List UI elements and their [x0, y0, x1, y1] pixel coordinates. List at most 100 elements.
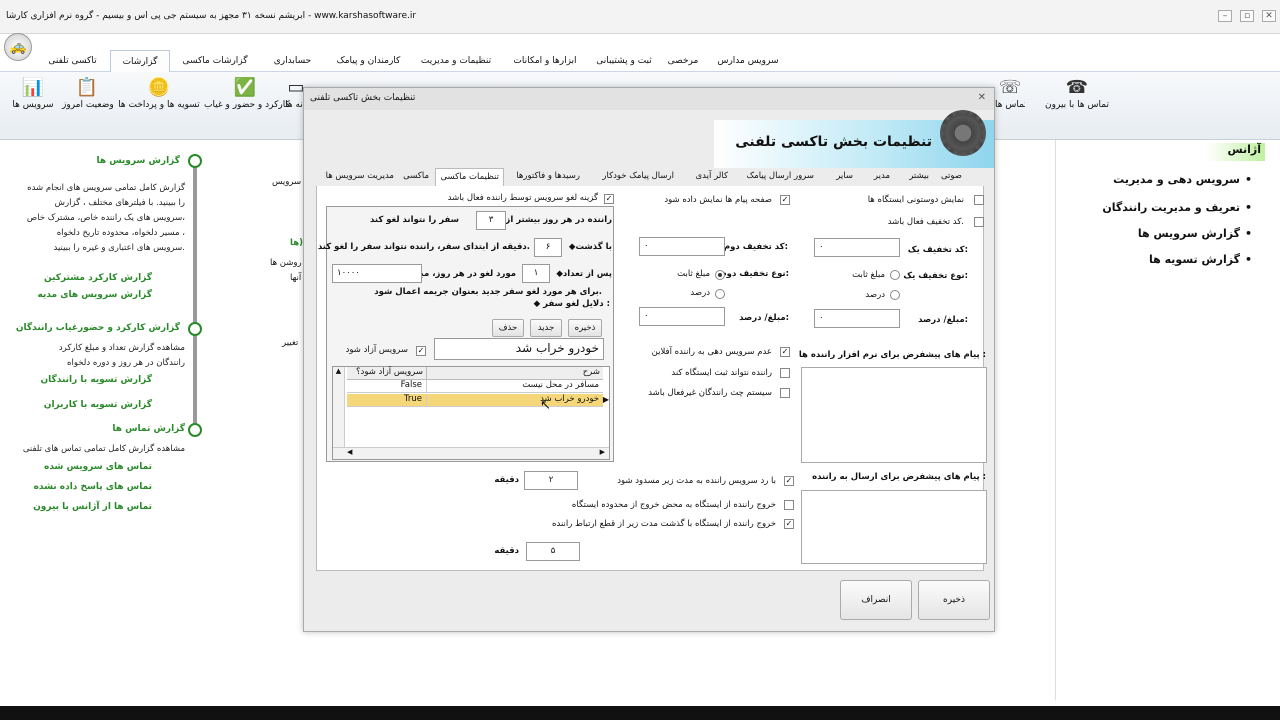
ribbon-label: سرویس ها — [12, 100, 54, 110]
rule3-amount-input[interactable]: ۱۰۰۰۰ — [332, 264, 422, 283]
tab-leave[interactable]: مرخصی — [658, 50, 708, 72]
no-station-checkbox[interactable] — [780, 368, 790, 378]
tab-caller-id[interactable]: کالر آیدی — [696, 171, 728, 181]
exit-station-checkbox[interactable] — [784, 500, 794, 510]
user-settlement-link[interactable]: گزارش تسویه با کاربران — [2, 400, 152, 410]
tab-auto-sms[interactable]: ارسال پیامک خودکار — [602, 171, 674, 181]
unanswered-calls-link[interactable]: تماس های پاسخ داده نشده — [2, 482, 152, 492]
tab-taxi[interactable]: تاکسی تلفنی — [35, 50, 110, 72]
grid-cell-free: False — [347, 380, 427, 393]
agency-item[interactable]: سرویس دهی و مدیریت — [1113, 173, 1252, 186]
close-button[interactable]: ✕ — [1262, 10, 1276, 22]
tab-staff[interactable]: کارمندان و پیامک — [325, 50, 412, 72]
tab-service-mgmt[interactable]: مدیریت سرویس ها — [326, 171, 394, 181]
subscriber-report-link[interactable]: گزارش کارکرد مشترکین — [2, 273, 152, 283]
ribbon-calls[interactable]: ☏ تماس ها — [995, 76, 1025, 110]
block-minutes-input[interactable]: ۲ — [524, 471, 578, 490]
agency-item[interactable]: گزارش سرویس ها — [1138, 227, 1252, 240]
show-msgs-checkbox[interactable] — [780, 195, 790, 205]
table-row[interactable]: True خودرو خراب شد — [347, 394, 603, 407]
show-station-label: نمایش دوستونی ایستگاه ها — [867, 195, 964, 205]
table-row[interactable]: False مسافر در محل نیست — [347, 380, 603, 393]
tab-receipts[interactable]: رسیدها و فاکتورها — [516, 171, 580, 181]
tab-maxi-settings[interactable]: تنظیمات ماکسی — [435, 168, 504, 187]
tab-support[interactable]: ثبت و پشتیبانی — [590, 50, 658, 72]
block-reject-checkbox[interactable] — [784, 476, 794, 486]
bar-chart-icon: 📊 — [21, 77, 45, 98]
right-panel — [1055, 140, 1280, 700]
tab-maxi-reports[interactable]: گزارشات ماکسی — [170, 50, 260, 72]
ribbon-label: تماس ها با بیرون — [1045, 100, 1109, 110]
desc-line: رانندگان در هر روز و دوره دلخواه — [67, 358, 185, 368]
tab-reports[interactable]: گزارشات — [110, 50, 170, 73]
vertical-scrollbar[interactable]: ▲ — [333, 367, 345, 447]
horizontal-scrollbar[interactable]: ◀ ▶ — [333, 447, 609, 459]
discount-active-checkbox[interactable] — [974, 217, 984, 227]
free-service-checkbox[interactable] — [416, 346, 426, 356]
amt2-input[interactable]: ۰ — [639, 307, 725, 326]
calls-report-link[interactable]: گزارش تماس ها — [35, 424, 185, 434]
desc-line: سرویس های اعتباری و غیره را ببینید. — [53, 243, 185, 253]
tab-other[interactable]: سایر — [836, 171, 853, 181]
gift-services-link[interactable]: گزارش سرویس های مدیه — [2, 290, 152, 300]
scroll-left-icon[interactable]: ◀ — [347, 448, 352, 456]
type1-fixed-radio[interactable] — [890, 270, 900, 280]
type1-percent-label: درصد — [865, 290, 885, 300]
ribbon-today[interactable]: 📋 وضعیت امروز — [62, 76, 114, 110]
send-msgs-label: پیام های پیشفرض برای ارسال به راننده : — [812, 472, 986, 482]
report-services-link[interactable]: گزارش سرویس ها — [20, 156, 180, 166]
tab-sms-server[interactable]: سرور ارسال پیامک — [747, 171, 814, 181]
show-station-checkbox[interactable] — [974, 195, 984, 205]
timeline-line — [193, 155, 197, 435]
no-offline-checkbox[interactable] — [780, 347, 790, 357]
ribbon-outside-calls[interactable]: ☎ تماس ها با بیرون — [1042, 76, 1112, 110]
grid-header-desc: شرح — [427, 367, 603, 380]
save-button[interactable]: ذخیره — [918, 580, 990, 620]
agency-item[interactable]: تعریف و مدیریت رانندگان — [1102, 201, 1251, 214]
type2-percent-radio[interactable] — [715, 289, 725, 299]
minimize-button[interactable]: – — [1218, 10, 1232, 22]
tab-accounting[interactable]: حسابداری — [260, 50, 325, 72]
tab-school[interactable]: سرویس مدارس — [708, 50, 788, 72]
cancel-option-checkbox[interactable] — [604, 194, 614, 204]
ribbon-services[interactable]: 📊 سرویس ها — [12, 76, 54, 110]
driver-settlement-link[interactable]: گزارش تسویه با رانندگان — [2, 375, 152, 385]
rule1-input[interactable]: ۳ — [476, 211, 506, 230]
scroll-up-icon[interactable]: ▲ — [333, 367, 344, 375]
tab-voice[interactable]: صوتی — [941, 171, 962, 181]
agency-item[interactable]: گزارش تسویه ها — [1149, 253, 1252, 266]
reason-save-button[interactable]: ذخیره — [568, 319, 602, 337]
timeline-dot — [188, 423, 202, 437]
reason-input[interactable]: خودرو خراب شد — [434, 338, 604, 360]
ribbon-partial[interactable]: ▭ نه ها — [284, 76, 304, 110]
cancel-button[interactable]: انصراف — [840, 580, 912, 620]
exit-timeout-checkbox[interactable] — [784, 519, 794, 529]
restore-button[interactable]: ▫ — [1240, 10, 1254, 22]
reason-new-button[interactable]: جدید — [530, 319, 562, 337]
disc1-input[interactable]: ۰ — [814, 238, 900, 257]
amt1-input[interactable]: ۰ — [814, 309, 900, 328]
tab-maxi[interactable]: ماکسی — [403, 171, 429, 181]
type2-fixed-radio[interactable] — [715, 270, 725, 280]
served-calls-link[interactable]: تماس های سرویس شده — [2, 462, 152, 472]
type1-percent-radio[interactable] — [890, 290, 900, 300]
tab-more[interactable]: بیشتر — [909, 171, 929, 181]
disc2-input[interactable]: ۰ — [639, 237, 725, 256]
rule2-input[interactable]: ۶ — [534, 238, 562, 257]
tab-settings[interactable]: تنظیمات و مدیریت — [412, 50, 500, 72]
driver-attendance-link[interactable]: گزارش کارکرد و حضورغیاب رانندگان — [0, 323, 180, 333]
exit-minutes-input[interactable]: ۵ — [526, 542, 580, 561]
driver-app-msgs-textarea[interactable] — [801, 367, 987, 463]
ribbon-settlements[interactable]: 🪙 تسویه ها و پرداخت ها — [116, 76, 202, 110]
outside-calls-link[interactable]: تماس ها از آژانس با بیرون — [2, 502, 152, 512]
scroll-right-icon[interactable]: ▶ — [600, 448, 605, 456]
tab-manager[interactable]: مدیر — [874, 171, 890, 181]
send-msgs-textarea[interactable] — [801, 490, 987, 564]
reason-delete-button[interactable]: حذف — [492, 319, 524, 337]
ribbon-label: وضعیت امروز — [62, 100, 114, 110]
ribbon-attendance[interactable]: ✅ کارکرد و حضور و غیاب — [204, 76, 290, 110]
tab-tools[interactable]: ابزارها و امکانات — [500, 50, 590, 72]
chat-inactive-checkbox[interactable] — [780, 388, 790, 398]
dialog-close-icon[interactable]: ✕ — [978, 92, 986, 103]
rule3-input[interactable]: ۱ — [522, 264, 550, 283]
